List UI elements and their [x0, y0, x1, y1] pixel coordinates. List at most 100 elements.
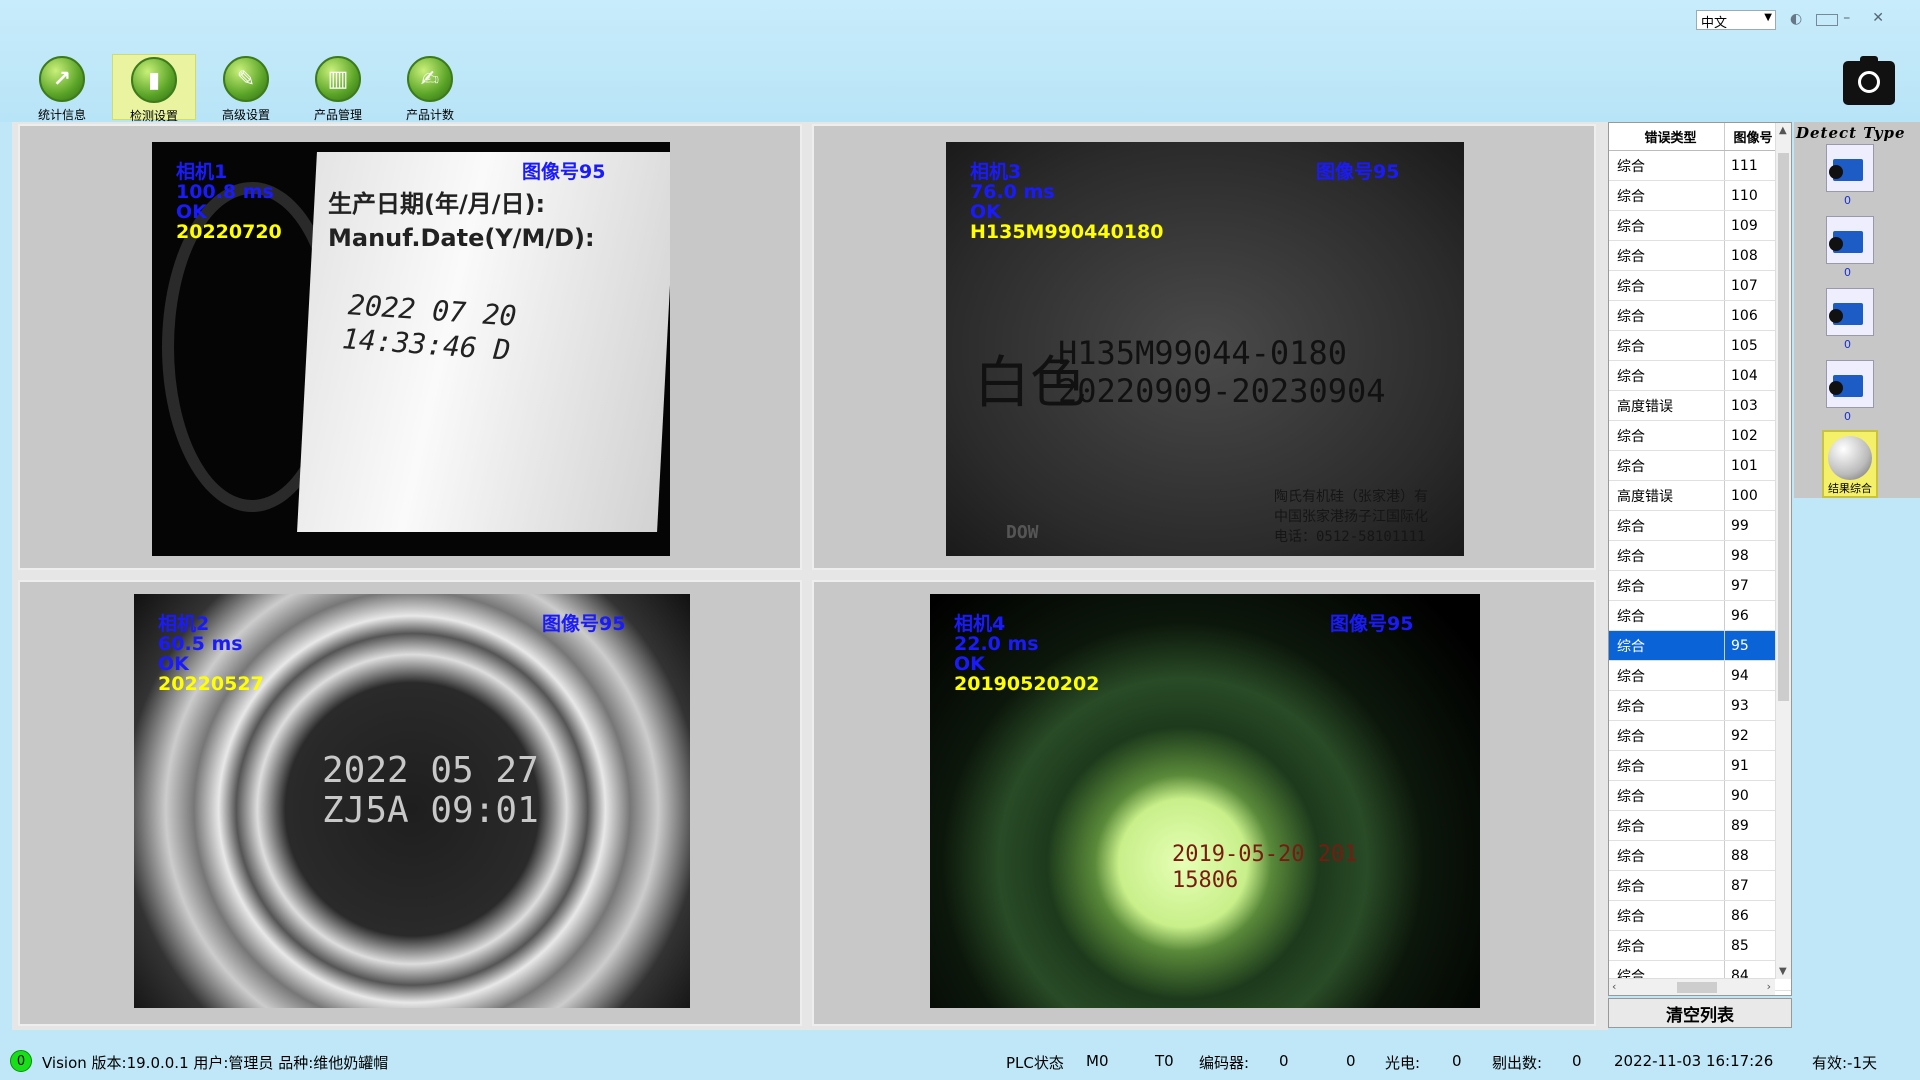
list-item[interactable]: 综合 87	[1609, 871, 1791, 901]
toolbar-statistics-label: 统计信息	[37, 108, 86, 122]
image-number-cell: 94	[1731, 667, 1749, 684]
photo-sensor-label: 光电:	[1385, 1054, 1421, 1072]
list-item[interactable]: 综合 98	[1609, 541, 1791, 571]
error-type-cell: 综合	[1609, 751, 1725, 780]
window-controls[interactable]: –✕	[1843, 10, 1906, 26]
list-item[interactable]: 综合 90	[1609, 781, 1791, 811]
list-item[interactable]: 综合 102	[1609, 421, 1791, 451]
error-type-cell: 综合	[1609, 601, 1725, 630]
horizontal-scrollbar[interactable]: ‹ ›	[1609, 978, 1775, 995]
list-item[interactable]: 高度错误 103	[1609, 391, 1791, 421]
image-number: 图像号95	[1316, 161, 1400, 183]
camera-name: 相机1	[176, 161, 228, 183]
list-item[interactable]: 综合 86	[1609, 901, 1791, 931]
list-item[interactable]: 综合 93	[1609, 691, 1791, 721]
error-type-cell: 综合	[1609, 331, 1725, 360]
clear-list-button[interactable]: 清空列表	[1608, 998, 1792, 1028]
language-select[interactable]: 中文 ▼	[1696, 10, 1776, 31]
license-validity: 有效:-1天	[1812, 1054, 1878, 1072]
list-item[interactable]: 综合 85	[1609, 931, 1791, 961]
error-type-cell: 综合	[1609, 271, 1725, 300]
camera-2-icon[interactable]	[1826, 216, 1874, 264]
error-type-cell: 综合	[1609, 721, 1725, 750]
image-number-cell: 88	[1731, 847, 1749, 864]
keyboard-icon[interactable]	[1816, 14, 1838, 26]
image-number-cell: 109	[1731, 217, 1758, 234]
image-number-cell: 93	[1731, 697, 1749, 714]
camera-4-icon[interactable]	[1826, 360, 1874, 408]
list-item[interactable]: 综合 107	[1609, 271, 1791, 301]
list-item[interactable]: 综合 88	[1609, 841, 1791, 871]
list-item[interactable]: 综合 94	[1609, 661, 1791, 691]
vertical-scrollbar[interactable]: ▲ ▼	[1775, 123, 1791, 979]
image-number: 图像号95	[522, 161, 606, 183]
list-item[interactable]: 综合 111	[1609, 151, 1791, 181]
result-summary-button[interactable]: 结果综合	[1822, 430, 1878, 498]
scroll-thumb[interactable]	[1778, 153, 1789, 701]
error-type-cell: 综合	[1609, 901, 1725, 930]
error-list[interactable]: 错误类型 图像号 综合 111 综合 110 综合 109 综合 108 综合 107 综合 106 综…	[1608, 122, 1792, 996]
camera-time: 60.5 ms	[158, 633, 243, 655]
image-number-cell: 91	[1731, 757, 1749, 774]
camera-4-count: 0	[1844, 410, 1851, 423]
camera-1-icon[interactable]	[1826, 144, 1874, 192]
camera-image-4: 2019-05-20 201 15806 相机4 22.0 ms OK 2019…	[930, 594, 1480, 1008]
list-item[interactable]: 综合 91	[1609, 751, 1791, 781]
list-item[interactable]: 综合 96	[1609, 601, 1791, 631]
column-header-image-number[interactable]: 图像号	[1725, 123, 1775, 150]
list-item[interactable]: 综合 92	[1609, 721, 1791, 751]
toolbar-advanced-settings-button[interactable]: ✎ 高级设置	[204, 54, 288, 122]
app-info: Vision 版本:19.0.0.1 用户:管理员 品种:维他奶罐帽	[42, 1054, 389, 1072]
result-summary-label: 结果综合	[1828, 482, 1872, 495]
camera-time: 76.0 ms	[970, 181, 1055, 203]
list-item[interactable]: 综合 99	[1609, 511, 1791, 541]
status-led-indicator: 0	[10, 1050, 32, 1072]
scroll-left-icon[interactable]: ‹	[1612, 980, 1616, 993]
scroll-right-icon[interactable]: ›	[1767, 980, 1771, 993]
image-number-cell: 100	[1731, 487, 1758, 504]
list-item[interactable]: 综合 109	[1609, 211, 1791, 241]
list-item[interactable]: 综合 89	[1609, 811, 1791, 841]
detect-type-panel: Detect Type 0 0 0 0 结果综合	[1794, 122, 1920, 498]
toolbar-detection-settings-button[interactable]: ▮ 检测设置	[112, 54, 196, 123]
image-number-cell: 106	[1731, 307, 1758, 324]
scroll-up-icon[interactable]: ▲	[1779, 125, 1787, 136]
scroll-down-icon[interactable]: ▼	[1779, 966, 1787, 977]
image-number-cell: 110	[1731, 187, 1758, 204]
error-type-cell: 综合	[1609, 841, 1725, 870]
capture-camera-button[interactable]	[1843, 56, 1895, 105]
image-number-cell: 102	[1731, 427, 1758, 444]
list-item[interactable]: 高度错误 100	[1609, 481, 1791, 511]
notepad-icon: ✍	[407, 56, 453, 102]
image-number-cell: 98	[1731, 547, 1749, 564]
scroll-thumb[interactable]	[1677, 982, 1717, 993]
list-item[interactable]: 综合 95	[1609, 631, 1791, 661]
mouse-icon[interactable]: ◐	[1790, 11, 1802, 27]
list-item[interactable]: 综合 110	[1609, 181, 1791, 211]
language-value: 中文	[1701, 16, 1728, 31]
camera-panel-3[interactable]: 白色 H135M99044-0180 20220909-20230904 陶氏有…	[812, 124, 1596, 570]
camera-code: 20220720	[176, 221, 282, 243]
image-number-cell: 108	[1731, 247, 1758, 264]
list-item[interactable]: 综合 104	[1609, 361, 1791, 391]
toolbar-statistics-button[interactable]: ↗ 统计信息	[20, 54, 104, 122]
list-item[interactable]: 综合 105	[1609, 331, 1791, 361]
list-item[interactable]: 综合 108	[1609, 241, 1791, 271]
list-item[interactable]: 综合 101	[1609, 451, 1791, 481]
status-bar: 0 Vision 版本:19.0.0.1 用户:管理员 品种:维他奶罐帽 PLC…	[0, 1042, 1920, 1080]
toolbar-product-count-button[interactable]: ✍ 产品计数	[388, 54, 472, 122]
list-item[interactable]: 综合 97	[1609, 571, 1791, 601]
toolbar-product-management-button[interactable]: ▥ 产品管理	[296, 54, 380, 122]
camera-panel-1[interactable]: 生产日期(年/月/日): Manuf.Date(Y/M/D): 2022 07 …	[18, 124, 802, 570]
list-item[interactable]: 综合 106	[1609, 301, 1791, 331]
image-number: 图像号95	[1330, 613, 1414, 635]
column-header-error-type[interactable]: 错误类型	[1609, 123, 1725, 150]
error-type-cell: 综合	[1609, 451, 1725, 480]
camera-3-icon[interactable]	[1826, 288, 1874, 336]
print-line: 陶氏有机硅（张家港）有	[1274, 489, 1428, 505]
encoder-label: 编码器:	[1199, 1054, 1250, 1072]
camera-panel-4[interactable]: 2019-05-20 201 15806 相机4 22.0 ms OK 2019…	[812, 580, 1596, 1026]
camera-code: H135M990440180	[970, 221, 1164, 243]
photo-sensor-value: 0	[1452, 1052, 1462, 1070]
camera-panel-2[interactable]: 2022 05 27 ZJ5A 09:01 相机2 60.5 ms OK 202…	[18, 580, 802, 1026]
